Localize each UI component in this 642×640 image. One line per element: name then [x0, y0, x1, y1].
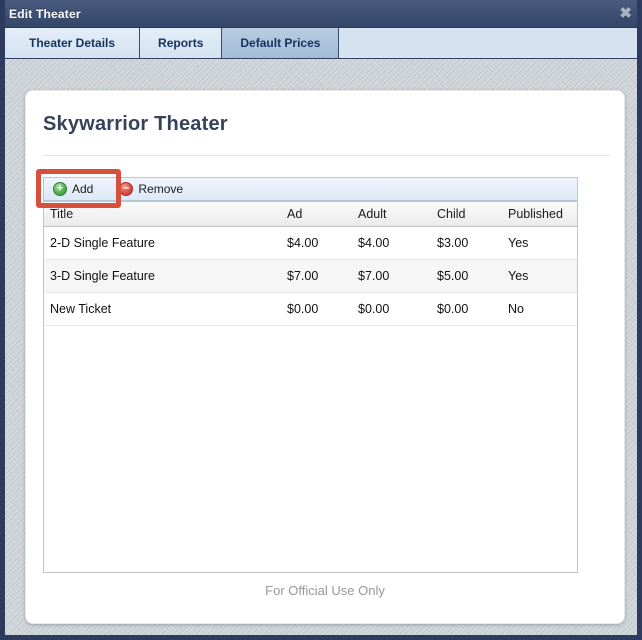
column-header-ad[interactable]: Ad [281, 207, 352, 221]
table-row[interactable]: New Ticket$0.00$0.00$0.00No [44, 293, 577, 326]
table-cell: New Ticket [44, 302, 281, 316]
remove-button[interactable]: − Remove [119, 182, 183, 196]
edit-theater-dialog: Edit Theater ✖ Theater DetailsReportsDef… [0, 0, 642, 640]
table-cell: $0.00 [281, 302, 352, 316]
dialog-titlebar: Edit Theater ✖ [0, 0, 642, 28]
table-cell: $7.00 [281, 269, 352, 283]
page-title: Skywarrior Theater [43, 113, 228, 136]
table-cell: $7.00 [352, 269, 431, 283]
table-cell: $0.00 [352, 302, 431, 316]
table-cell: $5.00 [431, 269, 502, 283]
add-button-label: Add [72, 182, 93, 196]
table-row[interactable]: 3-D Single Feature$7.00$7.00$5.00Yes [44, 260, 577, 293]
table-row[interactable]: 2-D Single Feature$4.00$4.00$3.00Yes [44, 227, 577, 260]
column-header-child[interactable]: Child [431, 207, 502, 221]
remove-button-label: Remove [138, 182, 183, 196]
tab-bar: Theater DetailsReportsDefault Prices [0, 28, 642, 59]
column-header-adult[interactable]: Adult [352, 207, 431, 221]
table-body: 2-D Single Feature$4.00$4.00$3.00Yes3-D … [44, 227, 577, 326]
table-cell: Yes [502, 269, 577, 283]
dialog-title: Edit Theater [9, 7, 81, 21]
table-cell: $3.00 [431, 236, 502, 250]
column-header-title[interactable]: Title [44, 207, 281, 221]
table-cell: Yes [502, 236, 577, 250]
remove-minus-icon: − [119, 182, 133, 196]
table-cell: $0.00 [431, 302, 502, 316]
table-cell: 2-D Single Feature [44, 236, 281, 250]
tab-reports[interactable]: Reports [140, 28, 222, 58]
add-plus-icon: + [53, 182, 67, 196]
prices-table: TitleAdAdultChildPublished 2-D Single Fe… [43, 201, 578, 573]
tab-theater-details[interactable]: Theater Details [5, 28, 140, 58]
add-button[interactable]: + Add [53, 182, 93, 196]
table-cell: $4.00 [281, 236, 352, 250]
table-cell: $4.00 [352, 236, 431, 250]
footer-note: For Official Use Only [26, 583, 624, 598]
table-header-row: TitleAdAdultChildPublished [44, 202, 577, 227]
table-cell: No [502, 302, 577, 316]
close-icon[interactable]: ✖ [619, 6, 632, 21]
tab-default-prices[interactable]: Default Prices [222, 28, 339, 58]
prices-toolbar: + Add − Remove [43, 177, 578, 201]
content-panel: Skywarrior Theater + Add − Remove TitleA… [25, 90, 625, 624]
table-cell: 3-D Single Feature [44, 269, 281, 283]
column-header-published[interactable]: Published [502, 207, 577, 221]
heading-divider [43, 155, 611, 156]
